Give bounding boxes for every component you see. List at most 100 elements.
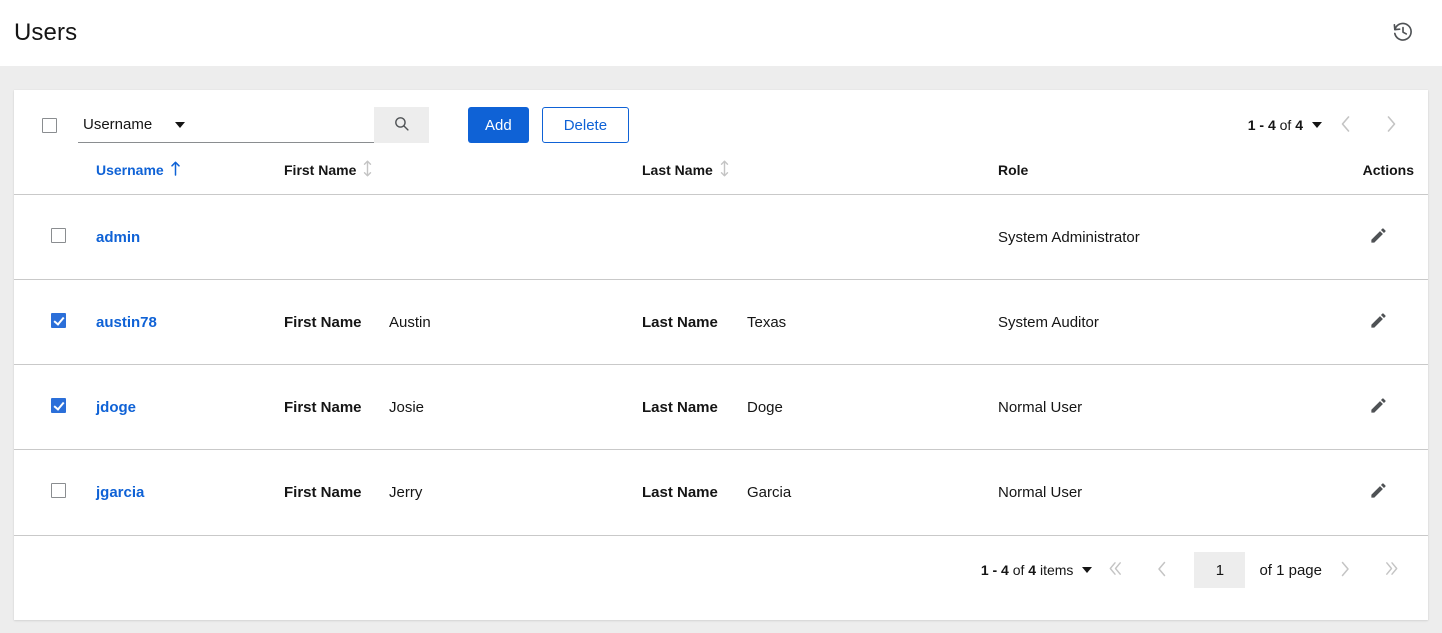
search-button[interactable] (374, 107, 429, 143)
th-first-name: First Name (284, 160, 642, 195)
th-last-name-label: Last Name (642, 162, 713, 178)
row-role-cell: Normal User (998, 450, 1362, 535)
history-icon (1392, 21, 1414, 46)
filter-field-value: Username (83, 116, 152, 133)
activity-history-button[interactable] (1386, 16, 1420, 50)
edit-user-button[interactable] (1369, 311, 1388, 333)
row-username-cell: jgarcia (80, 450, 284, 535)
select-all-checkbox[interactable] (42, 118, 57, 133)
sort-none-icon (720, 160, 729, 180)
table-header-row: Username First Name (14, 160, 1428, 195)
delete-button[interactable]: Delete (542, 107, 629, 143)
top-pagination-dropdown-icon[interactable] (1312, 122, 1322, 128)
last-name-value: Garcia (747, 484, 791, 501)
username-link[interactable]: jdoge (96, 399, 136, 416)
last-name-value: Doge (747, 399, 783, 416)
page-title: Users (14, 19, 77, 47)
users-card: Username Add Delete 1 - 4 of 4 (14, 90, 1428, 620)
row-actions-cell (1362, 280, 1428, 365)
chevron-left-icon (1155, 560, 1168, 581)
pencil-icon (1369, 311, 1388, 333)
users-table: Username First Name (14, 160, 1428, 535)
top-pagination-of: of (1280, 117, 1292, 133)
row-checkbox[interactable] (51, 313, 66, 328)
row-last-name-cell: Last NameDoge (642, 365, 998, 450)
edit-user-button[interactable] (1369, 396, 1388, 418)
edit-user-button[interactable] (1369, 226, 1388, 248)
th-role: Role (998, 160, 1362, 195)
first-name-label: First Name (284, 484, 389, 501)
username-link[interactable]: admin (96, 229, 140, 246)
double-chevron-left-icon (1107, 560, 1124, 580)
sort-first-name[interactable]: First Name (284, 160, 372, 180)
bottom-pagination-items-label: items (1040, 562, 1073, 578)
first-name-value: Josie (389, 399, 424, 416)
top-prev-page-button[interactable] (1322, 105, 1368, 145)
pencil-icon (1369, 226, 1388, 248)
per-page-dropdown-icon[interactable] (1082, 567, 1092, 573)
edit-user-button[interactable] (1369, 481, 1388, 503)
first-name-value: Austin (389, 314, 431, 331)
top-pagination-count: 1 - 4 of 4 (1248, 117, 1303, 133)
th-username: Username (80, 160, 284, 195)
first-name-value: Jerry (389, 484, 422, 501)
search-icon (393, 115, 410, 135)
row-first-name-cell: First NameJosie (284, 365, 642, 450)
row-username-cell: jdoge (80, 365, 284, 450)
first-name-label: First Name (284, 314, 389, 331)
row-username-cell: austin78 (80, 280, 284, 365)
filter-field-select[interactable]: Username (78, 107, 193, 143)
row-last-name-cell: Last NameTexas (642, 280, 998, 365)
first-page-button[interactable] (1092, 550, 1138, 590)
total-pages-label: of 1 page (1259, 562, 1322, 579)
top-pagination-range: 1 - 4 (1248, 117, 1276, 133)
top-pagination-total: 4 (1295, 117, 1303, 133)
bottom-pagination: 1 - 4 of 4 items of 1 page (14, 535, 1428, 605)
row-role-cell: System Auditor (998, 280, 1362, 365)
next-page-button[interactable] (1322, 550, 1368, 590)
row-role-cell: Normal User (998, 365, 1362, 450)
chevron-left-icon (1339, 115, 1352, 136)
th-username-label: Username (96, 162, 164, 178)
row-actions-cell (1362, 365, 1428, 450)
row-select-cell (14, 195, 80, 280)
row-last-name-cell (642, 195, 998, 280)
table-row: jgarcia First NameJerry Last NameGarcia … (14, 450, 1428, 535)
username-link[interactable]: austin78 (96, 314, 157, 331)
search-input[interactable] (193, 107, 374, 143)
users-table-head: Username First Name (14, 160, 1428, 195)
users-table-body: admin System Administrator (14, 195, 1428, 535)
chevron-right-icon (1339, 560, 1352, 581)
chevron-down-icon (175, 122, 185, 128)
chevron-right-icon (1385, 115, 1398, 136)
table-toolbar: Username Add Delete 1 - 4 of 4 (14, 90, 1428, 160)
table-row: austin78 First NameAustin Last NameTexas… (14, 280, 1428, 365)
last-name-value: Texas (747, 314, 786, 331)
th-last-name: Last Name (642, 160, 998, 195)
row-select-cell (14, 365, 80, 450)
row-checkbox[interactable] (51, 483, 66, 498)
bottom-pagination-range: 1 - 4 (981, 562, 1009, 578)
top-next-page-button[interactable] (1368, 105, 1414, 145)
sort-username[interactable]: Username (96, 161, 180, 179)
last-page-button[interactable] (1368, 550, 1414, 590)
row-username-cell: admin (80, 195, 284, 280)
sort-last-name[interactable]: Last Name (642, 160, 729, 180)
row-checkbox[interactable] (51, 228, 66, 243)
add-button[interactable]: Add (468, 107, 529, 143)
username-link[interactable]: jgarcia (96, 484, 144, 501)
double-chevron-right-icon (1383, 560, 1400, 580)
prev-page-button[interactable] (1138, 550, 1184, 590)
table-row: admin System Administrator (14, 195, 1428, 280)
row-checkbox[interactable] (51, 398, 66, 413)
table-row: jdoge First NameJosie Last NameDoge Norm… (14, 365, 1428, 450)
pencil-icon (1369, 481, 1388, 503)
th-first-name-label: First Name (284, 162, 356, 178)
bottom-pagination-count: 1 - 4 of 4 items (981, 562, 1074, 578)
row-actions-cell (1362, 450, 1428, 535)
row-select-cell (14, 280, 80, 365)
th-checkbox (14, 160, 80, 195)
bottom-pagination-of: of (1013, 562, 1025, 578)
filter-group: Username (78, 107, 429, 143)
page-number-input[interactable] (1194, 552, 1245, 588)
